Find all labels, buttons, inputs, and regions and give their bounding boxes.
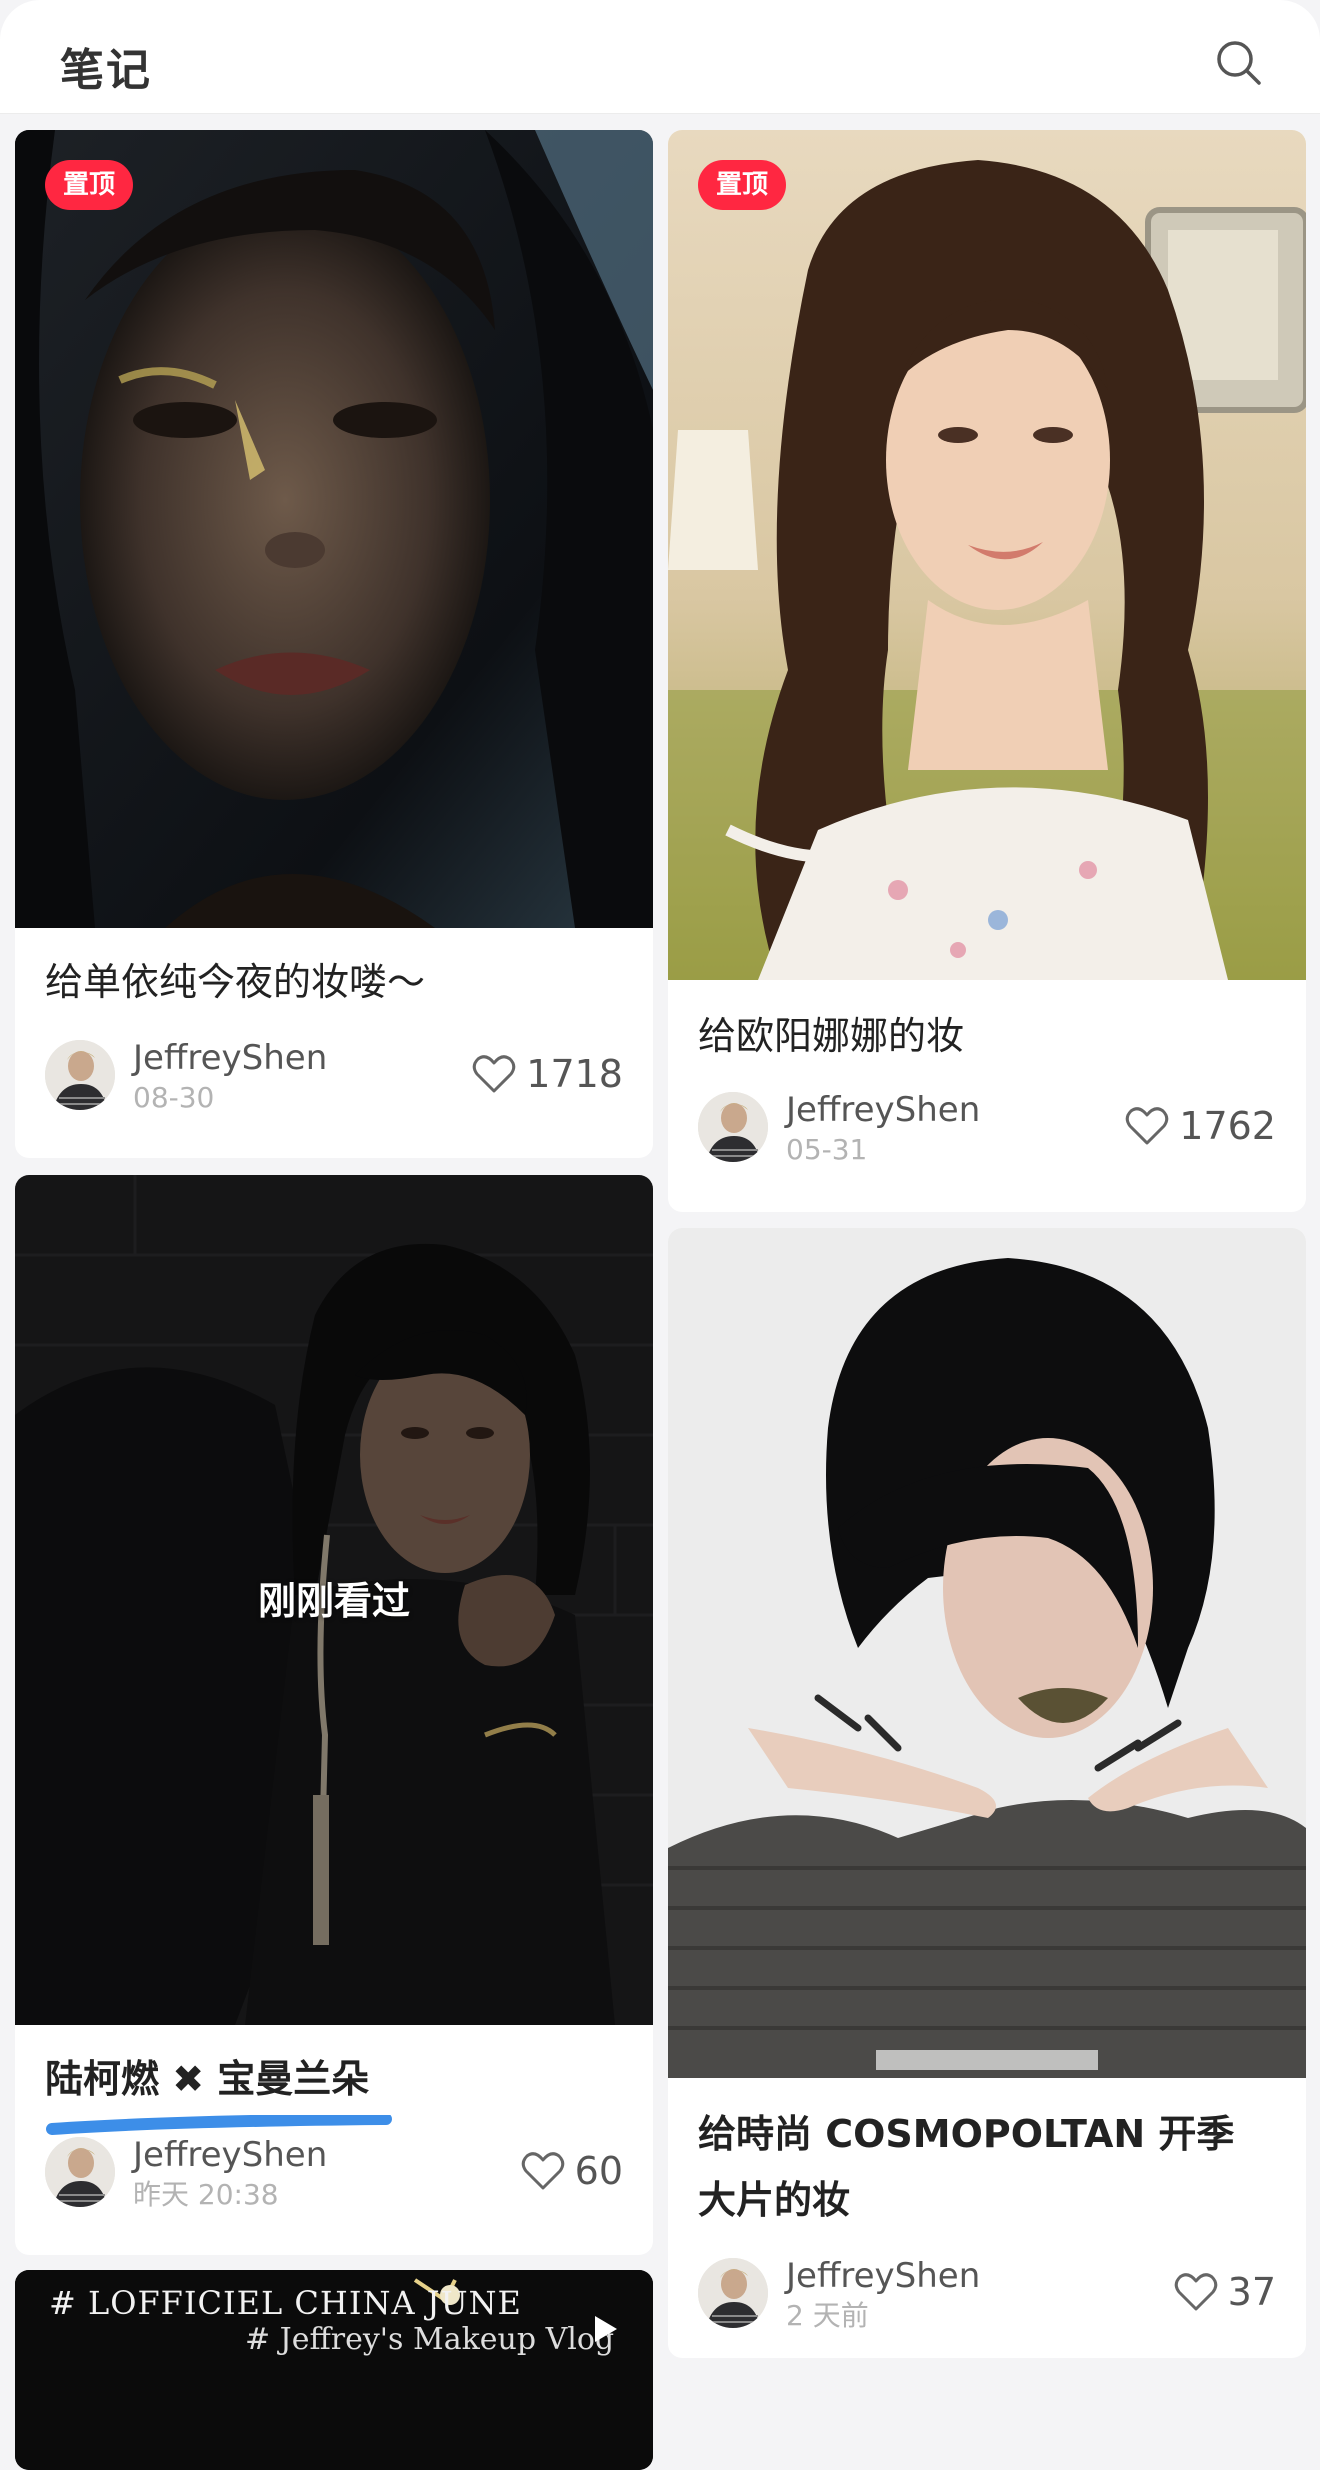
note-date: 2 天前	[786, 2299, 869, 2332]
note-title: 陆柯燃 ✖ 宝曼兰朵	[45, 2057, 370, 2101]
author-name[interactable]: JeffreyShen	[786, 2256, 980, 2296]
note-meta: JeffreyShen 2 天前 37	[698, 2256, 1276, 2332]
heart-icon	[521, 2152, 564, 2190]
page-title: 笔记	[60, 45, 152, 96]
like-count: 37	[1227, 2270, 1276, 2314]
note-card[interactable]: 置顶 给欧阳娜娜的妆 JeffreyShen 05-31 1762	[668, 130, 1306, 1212]
like-button[interactable]: 60	[521, 2149, 623, 2193]
note-cover-image[interactable]: 刚刚看过	[15, 1175, 653, 2025]
heart-icon	[1126, 1107, 1169, 1145]
note-date: 昨天 20:38	[133, 2178, 279, 2211]
cover-caption: # LOFFICIEL CHINA JUNE	[49, 2284, 522, 2322]
author-avatar[interactable]	[698, 1092, 768, 1162]
like-count: 60	[574, 2149, 623, 2193]
search-icon[interactable]	[1214, 38, 1264, 88]
author-avatar[interactable]	[698, 2258, 768, 2328]
video-play-icon	[595, 2316, 617, 2342]
cover-caption-continued: # Jeffrey's Makeup Vlog	[245, 2322, 615, 2357]
like-button[interactable]: 37	[1174, 2270, 1276, 2314]
note-meta: JeffreyShen 昨天 20:38 60	[45, 2135, 623, 2211]
note-card[interactable]: # LOFFICIEL CHINA JUNE # Jeffrey's Makeu…	[15, 2270, 653, 2470]
note-date: 05-31	[786, 1133, 868, 1166]
author-avatar[interactable]	[45, 2137, 115, 2207]
note-cover-image[interactable]	[668, 1228, 1306, 2078]
author-name[interactable]: JeffreyShen	[133, 1038, 327, 1078]
note-title: 给時尚 COSMOPOLTAN 开季	[698, 2112, 1235, 2156]
heart-icon	[473, 1055, 516, 1093]
author-name[interactable]: JeffreyShen	[133, 2135, 327, 2175]
note-date: 08-30	[133, 1081, 215, 1114]
like-count: 1718	[526, 1052, 623, 1096]
like-button[interactable]: 1762	[1125, 1104, 1276, 1148]
note-card[interactable]: 给時尚 COSMOPOLTAN 开季 大片的妆 JeffreyShen 2 天前…	[668, 1228, 1306, 2358]
note-card[interactable]: 刚刚看过 陆柯燃 ✖ 宝曼兰朵 JeffreyShen 昨天 20:38 60	[15, 1175, 653, 2255]
note-title: 给欧阳娜娜的妆	[698, 1014, 965, 1058]
note-title-continued: 大片的妆	[698, 2178, 851, 2222]
note-title: 给单依纯今夜的妆喽～	[45, 960, 426, 1004]
author-name[interactable]: JeffreyShen	[786, 1090, 980, 1130]
note-cover-image[interactable]: # LOFFICIEL CHINA JUNE # Jeffrey's Makeu…	[15, 2270, 653, 2470]
blue-underline-mark	[46, 2115, 392, 2135]
note-card[interactable]: 置顶 给单依纯今夜的妆喽～ JeffreyShen 08-30 1718	[15, 130, 653, 1158]
note-cover-image[interactable]: 置顶	[15, 130, 653, 928]
pinned-badge: 置顶	[698, 160, 787, 210]
note-cover-image[interactable]: 置顶	[668, 130, 1306, 980]
like-button[interactable]: 1718	[472, 1052, 623, 1096]
like-count: 1762	[1179, 1104, 1276, 1148]
note-meta: JeffreyShen 05-31 1762	[698, 1090, 1276, 1166]
pinned-badge: 置顶	[45, 160, 134, 210]
heart-icon	[1174, 2273, 1217, 2311]
recently-viewed-label: 刚刚看过	[257, 1579, 410, 1623]
top-bar: 笔记	[0, 0, 1320, 114]
author-avatar[interactable]	[45, 1040, 115, 1110]
note-meta: JeffreyShen 08-30 1718	[45, 1038, 623, 1114]
